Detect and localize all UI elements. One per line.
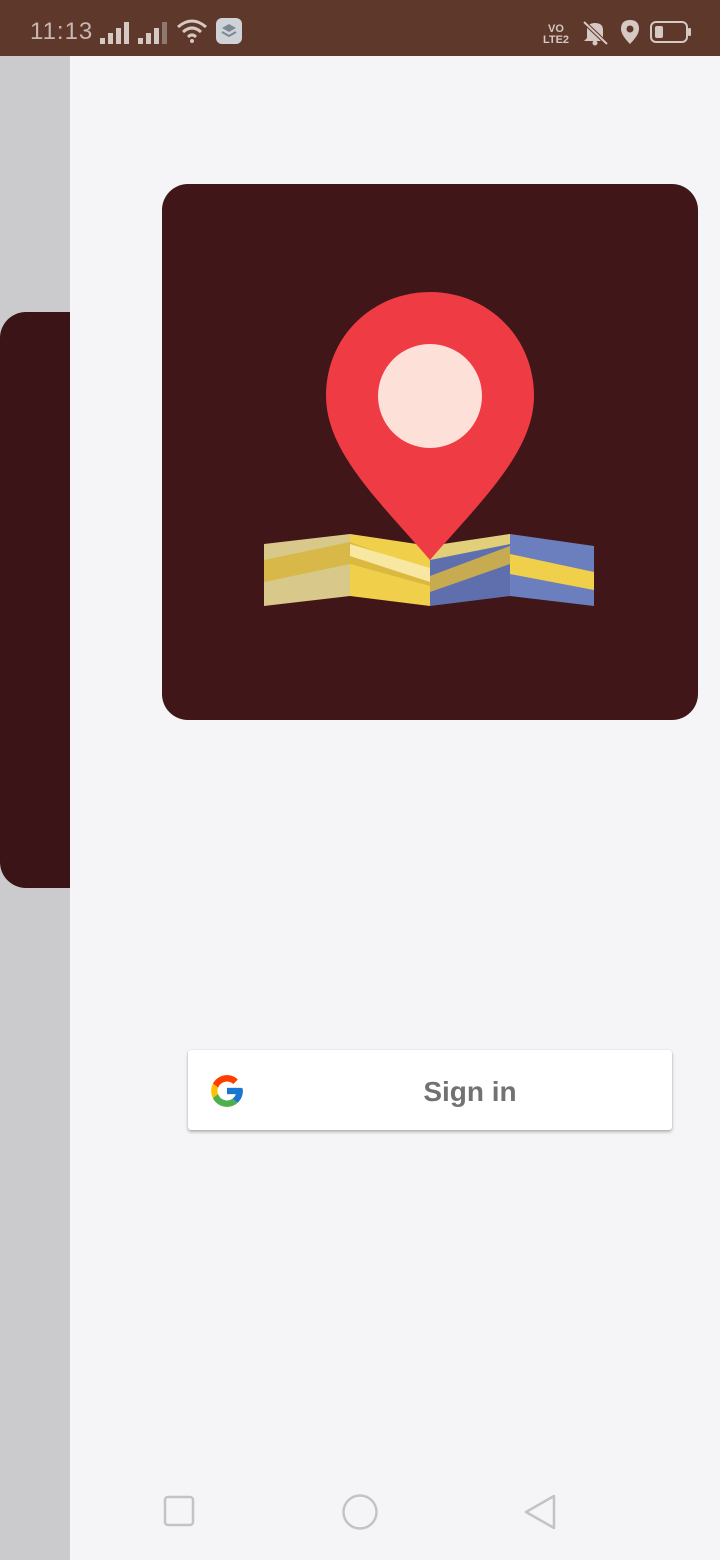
status-right-icons: VO LTE2 [542,18,692,51]
previous-page-card [0,312,70,888]
battery-icon [650,21,692,48]
google-signin-button[interactable]: Sign in [188,1050,672,1130]
signal-icon-2 [138,22,168,49]
status-time: 11:13 [30,18,94,45]
signal-icon [100,22,130,49]
home-circle-icon[interactable] [340,1492,380,1532]
signin-label: Sign in [423,1076,517,1107]
navigation-bar [70,1460,720,1560]
wifi-icon [176,18,208,49]
volte-icon: VO LTE2 [542,22,570,46]
bell-off-icon [580,18,610,51]
app-logo [162,184,698,720]
folded-map-icon [264,292,594,606]
recents-square-icon[interactable] [160,1492,200,1532]
layers-icon [216,18,242,49]
status-left-icons [100,18,242,49]
status-bar: 11:13 VO LTE2 [0,0,720,56]
location-icon [620,19,640,50]
back-triangle-icon[interactable] [520,1492,560,1532]
